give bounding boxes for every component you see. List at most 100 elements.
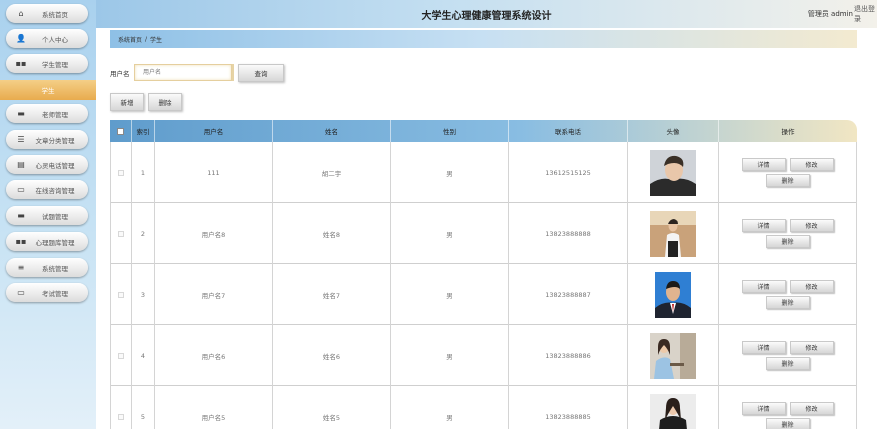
column-header: 索引	[132, 120, 155, 142]
detail-button[interactable]: 详情	[741, 280, 786, 293]
cell-index: 5	[132, 386, 155, 429]
row-select-cell	[110, 142, 132, 203]
row-checkbox[interactable]	[118, 413, 124, 420]
column-header: 性别	[391, 120, 509, 142]
cell-gender: 男	[391, 203, 509, 264]
select-all-checkbox[interactable]	[117, 127, 124, 135]
detail-button[interactable]: 详情	[741, 341, 786, 354]
sidebar: ⌂ 系统首页 👤 个人中心 ▪▪ 学生管理 学生 ▬ 老师管理 ☰ 文章分类管理…	[0, 0, 96, 429]
sidebar-item-label: 心理题库管理	[35, 238, 75, 247]
delete-button[interactable]: 删除	[765, 174, 810, 187]
breadcrumb-separator: /	[145, 35, 148, 43]
grid-icon: ▪▪	[15, 59, 27, 68]
row-checkbox[interactable]	[118, 291, 124, 298]
cell-avatar	[628, 142, 719, 203]
sidebar-item-question-bank[interactable]: ▪▪ 心理题库管理	[6, 232, 88, 251]
cell-actions: 详情 修改 删除	[719, 325, 857, 386]
cell-phone: 13823888885	[509, 386, 628, 429]
cell-phone: 13823888886	[509, 325, 628, 386]
monitor-icon: ▭	[17, 185, 25, 194]
cell-username: 用户名7	[155, 264, 273, 325]
cell-phone: 13823888888	[509, 203, 628, 264]
table-row: 1 111 胡二宇 男 13612515125 详情 修改 删除	[110, 142, 857, 203]
cell-name: 姓名5	[273, 386, 391, 429]
table-row: 2 用户名8 姓名8 男 13823888888 详情 修改 删除	[110, 203, 857, 264]
breadcrumb-current: 学生	[150, 36, 163, 44]
sidebar-item-online-consult[interactable]: ▭ 在线咨询管理	[6, 180, 88, 199]
edit-button[interactable]: 修改	[789, 341, 834, 354]
cell-username: 用户名5	[155, 386, 273, 429]
table-row: 3 用户名7 姓名7 男 13823888887 详情 修改 删除	[110, 264, 857, 325]
cell-index: 3	[132, 264, 155, 325]
sidebar-item-label: 学生管理	[42, 60, 68, 69]
edit-button[interactable]: 修改	[789, 280, 834, 293]
edit-button[interactable]: 修改	[789, 158, 834, 171]
column-header: 操作	[781, 128, 795, 136]
sidebar-item-teachers[interactable]: ▬ 老师管理	[6, 104, 88, 123]
row-checkbox[interactable]	[118, 169, 124, 176]
cell-gender: 男	[391, 142, 509, 203]
add-button[interactable]: 新增	[110, 93, 144, 111]
detail-button[interactable]: 详情	[741, 158, 786, 171]
edit-button[interactable]: 修改	[789, 402, 834, 415]
sidebar-item-label: 系统首页	[42, 10, 68, 19]
current-user: 管理员 admin	[807, 10, 853, 18]
breadcrumb: 系统首页 / 学生	[110, 30, 857, 48]
menu-icon: ≡	[17, 263, 25, 272]
sidebar-item-label: 考试管理	[42, 289, 68, 298]
sidebar-item-questions[interactable]: ▬ 试题管理	[6, 206, 88, 225]
search-input[interactable]	[134, 64, 232, 81]
book-icon: ▬	[17, 109, 25, 118]
cell-actions: 详情 修改 删除	[719, 203, 857, 264]
sidebar-item-home[interactable]: ⌂ 系统首页	[6, 4, 88, 23]
row-select-cell	[110, 386, 132, 429]
sidebar-item-label: 老师管理	[42, 110, 68, 119]
search-button[interactable]: 查询	[238, 64, 284, 82]
row-select-cell	[110, 325, 132, 386]
sidebar-subitem-student[interactable]: 学生	[0, 80, 96, 100]
delete-button[interactable]: 删除	[765, 418, 810, 429]
cell-avatar	[628, 386, 719, 429]
table-header: 索引 用户名 姓名 性别 联系电话 头像 操作	[110, 120, 857, 142]
bulk-delete-button[interactable]: 删除	[148, 93, 182, 111]
cell-gender: 男	[391, 386, 509, 429]
row-checkbox[interactable]	[118, 230, 124, 237]
cell-name: 姓名8	[273, 203, 391, 264]
sidebar-item-article-categories[interactable]: ☰ 文章分类管理	[6, 130, 88, 149]
column-header: 头像	[628, 120, 719, 142]
delete-button[interactable]: 删除	[765, 235, 810, 248]
sidebar-item-label: 系统管理	[42, 264, 68, 273]
user-icon: 👤	[16, 34, 26, 43]
detail-button[interactable]: 详情	[741, 219, 786, 232]
column-header: 联系电话	[509, 120, 628, 142]
delete-button[interactable]: 删除	[765, 296, 810, 309]
sidebar-item-label: 在线咨询管理	[35, 186, 75, 195]
avatar	[650, 393, 696, 429]
sidebar-item-profile[interactable]: 👤 个人中心	[6, 29, 88, 48]
sidebar-item-students[interactable]: ▪▪ 学生管理	[6, 54, 88, 73]
cell-actions: 详情 修改 删除	[719, 264, 857, 325]
row-checkbox[interactable]	[118, 352, 124, 359]
avatar	[650, 149, 696, 196]
sidebar-item-label: 试题管理	[42, 212, 68, 221]
sidebar-item-hotline[interactable]: ▤ 心灵电话管理	[6, 155, 88, 174]
cell-index: 1	[132, 142, 155, 203]
detail-button[interactable]: 详情	[741, 402, 786, 415]
cell-name: 姓名7	[273, 264, 391, 325]
cell-username: 用户名8	[155, 203, 273, 264]
cell-index: 4	[132, 325, 155, 386]
avatar	[655, 271, 691, 318]
logout-link[interactable]: 退出登录	[854, 4, 877, 24]
breadcrumb-home[interactable]: 系统首页	[118, 35, 142, 44]
sidebar-item-system[interactable]: ≡ 系统管理	[6, 258, 88, 277]
cell-avatar	[628, 203, 719, 264]
edit-button[interactable]: 修改	[789, 219, 834, 232]
sidebar-item-exams[interactable]: ▭ 考试管理	[6, 283, 88, 302]
cell-avatar	[628, 325, 719, 386]
select-all-cell[interactable]	[110, 120, 132, 142]
avatar	[650, 210, 696, 257]
delete-button[interactable]: 删除	[765, 357, 810, 370]
cell-gender: 男	[391, 264, 509, 325]
cell-avatar	[628, 264, 719, 325]
sidebar-item-label: 个人中心	[42, 35, 68, 44]
